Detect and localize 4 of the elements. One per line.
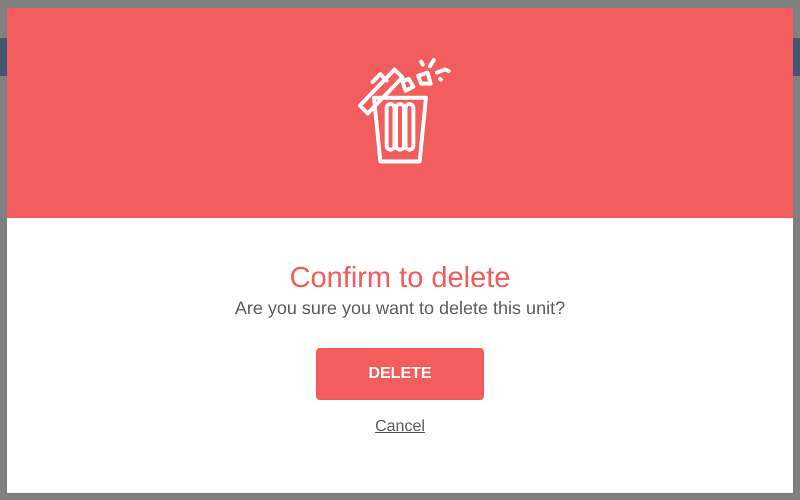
dialog-message: Are you sure you want to delete this unit?: [234, 297, 566, 320]
delete-button[interactable]: DELETE: [316, 348, 484, 400]
dialog-title: Confirm to delete: [290, 261, 510, 296]
cancel-link[interactable]: Cancel: [375, 418, 425, 436]
